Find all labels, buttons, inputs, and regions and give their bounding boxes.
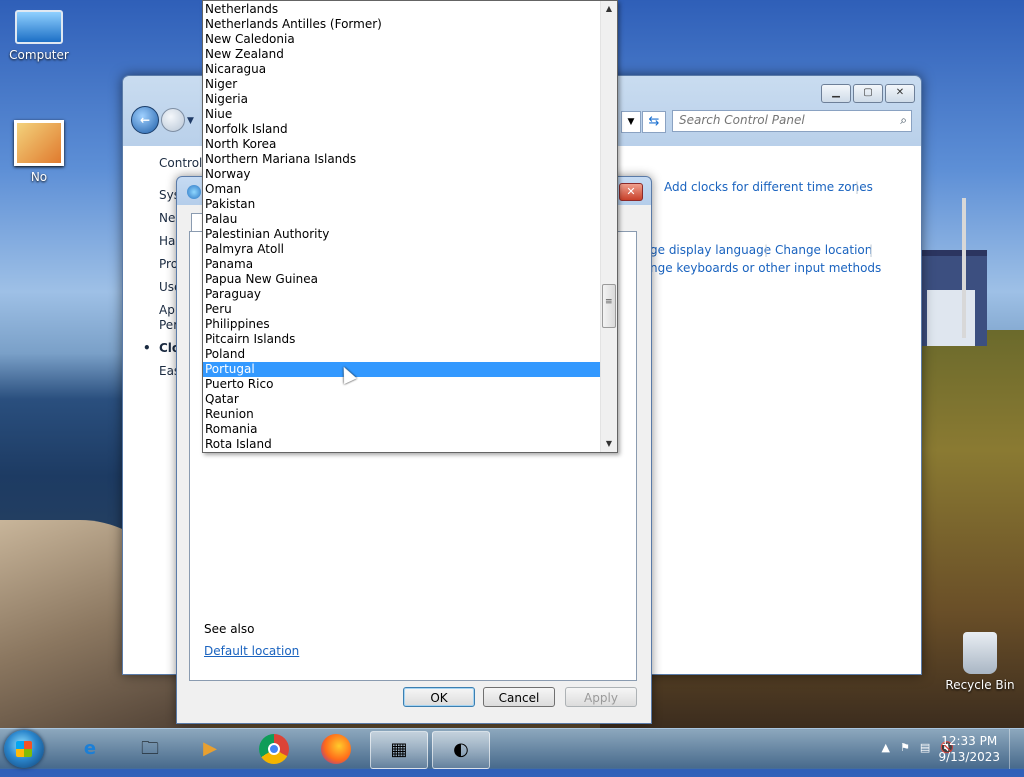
firefox-icon[interactable] bbox=[308, 731, 364, 767]
country-dropdown-list[interactable]: Netherlands Netherlands Antilles (Former)… bbox=[202, 0, 618, 453]
taskbar: e 🗀 ▶ ▦ ◐ ▲ ⚑ ▤ 🔇 12:33 PM 9/13/2023 bbox=[0, 728, 1024, 769]
country-list-item[interactable]: Northern Mariana Islands bbox=[203, 152, 600, 167]
close-button[interactable]: ✕ bbox=[885, 84, 915, 103]
search-input[interactable] bbox=[673, 111, 885, 129]
recycle-bin-icon bbox=[963, 632, 997, 674]
desktop-icon-label: No bbox=[30, 170, 48, 184]
country-list-item[interactable]: Panama bbox=[203, 257, 600, 272]
country-list-item[interactable]: New Zealand bbox=[203, 47, 600, 62]
country-list-item[interactable]: Poland bbox=[203, 347, 600, 362]
link-separator: | bbox=[764, 243, 769, 257]
country-list-item[interactable]: Reunion bbox=[203, 407, 600, 422]
clock-date: 9/13/2023 bbox=[938, 750, 1000, 764]
country-list-item[interactable]: Pakistan bbox=[203, 197, 600, 212]
apply-button[interactable]: Apply bbox=[565, 687, 637, 707]
country-list-item[interactable]: Oman bbox=[203, 182, 600, 197]
action-center-flag-icon[interactable]: ⚑ bbox=[900, 741, 910, 754]
country-list-item[interactable]: Portugal bbox=[203, 362, 600, 377]
country-list-item[interactable]: Pitcairn Islands bbox=[203, 332, 600, 347]
default-location-link[interactable]: Default location bbox=[204, 644, 299, 658]
sidebar-item-network[interactable]: Ne bbox=[159, 211, 175, 225]
country-list-item[interactable]: Philippines bbox=[203, 317, 600, 332]
link-separator: | bbox=[869, 243, 874, 257]
search-icon[interactable]: ⌕ bbox=[900, 113, 907, 128]
country-list-item[interactable]: Romania bbox=[203, 422, 600, 437]
link-separator: | bbox=[855, 180, 860, 194]
file-explorer-icon[interactable]: 🗀 bbox=[122, 731, 178, 767]
minimize-button[interactable]: ▁ bbox=[821, 84, 851, 103]
wallpaper-house bbox=[915, 250, 987, 346]
country-list-item[interactable]: Puerto Rico bbox=[203, 377, 600, 392]
add-clocks-link[interactable]: Add clocks for different time zones bbox=[664, 180, 873, 194]
country-list-item[interactable]: Netherlands bbox=[203, 2, 600, 17]
see-also-label: See also bbox=[204, 622, 255, 636]
globe-icon bbox=[187, 185, 201, 199]
scroll-down-arrow-icon[interactable]: ▼ bbox=[601, 436, 617, 452]
country-list-item[interactable]: Niue bbox=[203, 107, 600, 122]
desktop-icon-computer[interactable]: Computer bbox=[4, 10, 74, 62]
sidebar-item-bullet: • bbox=[143, 341, 151, 355]
back-button[interactable]: ← bbox=[131, 106, 159, 134]
image-file-icon bbox=[14, 120, 64, 166]
show-desktop-button[interactable] bbox=[1009, 729, 1024, 769]
ok-button[interactable]: OK bbox=[403, 687, 475, 707]
country-list-item[interactable]: Nicaragua bbox=[203, 62, 600, 77]
country-list-item[interactable]: North Korea bbox=[203, 137, 600, 152]
control-panel-home-link[interactable]: Control bbox=[159, 156, 202, 170]
cancel-button[interactable]: Cancel bbox=[483, 687, 555, 707]
start-button[interactable] bbox=[4, 730, 44, 768]
clock-time: 12:33 PM bbox=[941, 734, 998, 748]
country-items: Netherlands Netherlands Antilles (Former)… bbox=[203, 2, 600, 452]
desktop-icon-label: Recycle Bin bbox=[945, 678, 1015, 692]
taskbar-clock[interactable]: 12:33 PM 9/13/2023 bbox=[938, 733, 1000, 765]
network-icon[interactable]: ▤ bbox=[920, 741, 930, 754]
country-list-item[interactable]: Rota Island bbox=[203, 437, 600, 452]
country-list-item[interactable]: Nigeria bbox=[203, 92, 600, 107]
change-location-link[interactable]: Change location bbox=[775, 243, 872, 257]
dialog-close-button[interactable]: ✕ bbox=[619, 183, 643, 201]
sidebar-item-hardware[interactable]: Ha bbox=[159, 234, 175, 248]
sidebar-item-appearance[interactable]: Ap bbox=[159, 303, 175, 317]
country-list-item[interactable]: Norway bbox=[203, 167, 600, 182]
maximize-button[interactable]: ▢ bbox=[853, 84, 883, 103]
control-panel-taskbar-button[interactable]: ▦ bbox=[370, 731, 428, 769]
forward-button[interactable] bbox=[161, 108, 185, 132]
recent-pages-dropdown[interactable]: ▼ bbox=[187, 116, 194, 126]
country-list-item[interactable]: Norfolk Island bbox=[203, 122, 600, 137]
chrome-icon[interactable] bbox=[246, 731, 302, 767]
country-list-item[interactable]: Peru bbox=[203, 302, 600, 317]
country-list-item[interactable]: Qatar bbox=[203, 392, 600, 407]
computer-icon bbox=[15, 10, 63, 44]
address-dropdown[interactable]: ▼ bbox=[621, 111, 641, 133]
desktop-icon-recycle-bin[interactable]: Recycle Bin bbox=[940, 632, 1020, 692]
desktop-icon-label: Computer bbox=[9, 48, 69, 62]
list-scrollbar[interactable]: ▲ ▼ bbox=[600, 1, 617, 452]
date-time-taskbar-button[interactable]: ◐ bbox=[432, 731, 490, 769]
country-list-item[interactable]: Niger bbox=[203, 77, 600, 92]
country-list-item[interactable]: New Caledonia bbox=[203, 32, 600, 47]
wallpaper-pole bbox=[962, 198, 966, 338]
show-hidden-icons-icon[interactable]: ▲ bbox=[882, 741, 890, 754]
refresh-icon[interactable]: ⇆ bbox=[642, 111, 666, 133]
media-player-icon[interactable]: ▶ bbox=[182, 731, 238, 767]
country-list-item[interactable]: Palau bbox=[203, 212, 600, 227]
internet-explorer-icon[interactable]: e bbox=[62, 731, 118, 767]
keyboards-link[interactable]: nge keyboards or other input methods bbox=[650, 261, 881, 275]
desktop-icon-no[interactable]: No bbox=[4, 120, 74, 184]
country-list-item[interactable]: Paraguay bbox=[203, 287, 600, 302]
scrollbar-thumb[interactable] bbox=[602, 284, 616, 328]
window-caption-buttons: ▁ ▢ ✕ bbox=[821, 84, 915, 103]
country-list-item[interactable]: Palmyra Atoll bbox=[203, 242, 600, 257]
country-list-item[interactable]: Papua New Guinea bbox=[203, 272, 600, 287]
display-language-link[interactable]: ge display language bbox=[650, 243, 771, 257]
search-box[interactable]: ⌕ bbox=[672, 110, 912, 132]
scroll-up-arrow-icon[interactable]: ▲ bbox=[601, 1, 617, 17]
country-list-item[interactable]: Netherlands Antilles (Former) bbox=[203, 17, 600, 32]
country-list-item[interactable]: Palestinian Authority bbox=[203, 227, 600, 242]
